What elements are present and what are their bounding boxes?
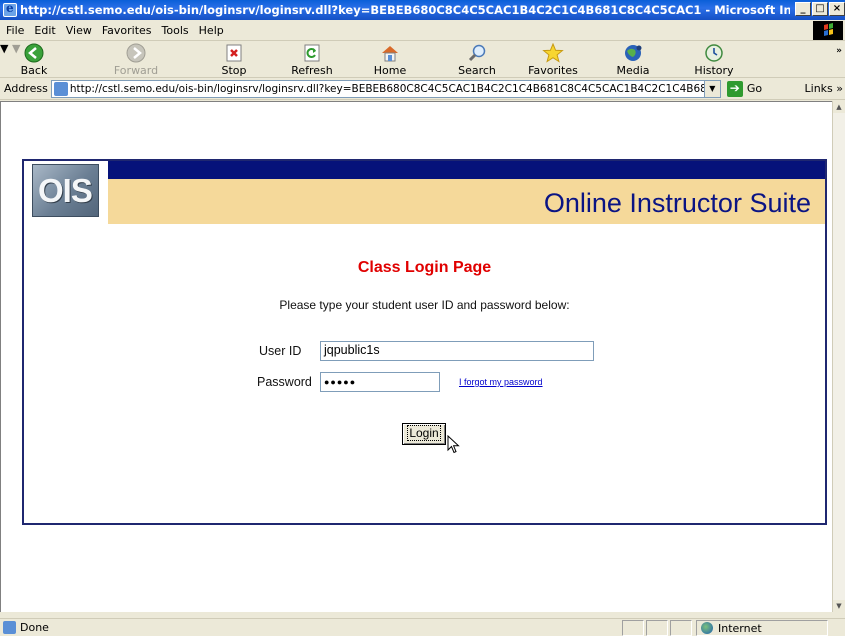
windows-logo-icon [813, 21, 843, 40]
menu-edit[interactable]: Edit [32, 24, 63, 37]
zone-label: Internet [718, 621, 762, 635]
media-icon [622, 43, 644, 63]
history-button[interactable]: History [694, 43, 734, 77]
go-button[interactable]: ➔ Go [726, 80, 763, 97]
back-arrow-icon [23, 43, 45, 63]
status-pane [646, 620, 668, 636]
stop-icon [223, 43, 245, 63]
address-url: http://cstl.semo.edu/ois-bin/loginsrv/lo… [69, 82, 721, 95]
back-button[interactable]: Back [14, 43, 54, 77]
userid-input[interactable]: jqpublic1s [320, 341, 594, 361]
refresh-button[interactable]: Refresh [290, 43, 334, 77]
stop-button[interactable]: Stop [216, 43, 252, 77]
ie-icon [3, 1, 17, 17]
refresh-icon [301, 43, 323, 63]
toolbar: Back ▼ Forward ▼ Stop Refresh Home Searc… [0, 42, 845, 78]
internet-globe-icon [701, 622, 713, 634]
status-panes [622, 620, 692, 636]
close-button[interactable]: × [829, 2, 845, 16]
mouse-cursor-icon [447, 435, 460, 454]
forward-arrow-icon [125, 43, 147, 63]
links-button[interactable]: Links » [805, 82, 843, 95]
page-icon [53, 81, 68, 96]
banner-top-stripe [108, 161, 825, 179]
password-label: Password [257, 375, 312, 389]
menu-favorites[interactable]: Favorites [100, 24, 160, 37]
home-button[interactable]: Home [372, 43, 408, 77]
home-label: Home [373, 64, 407, 77]
title-bar: http://cstl.semo.edu/ois-bin/loginsrv/lo… [0, 0, 845, 20]
favorites-button[interactable]: Favorites [525, 42, 581, 77]
menu-help[interactable]: Help [197, 24, 232, 37]
login-button-label: Login [407, 425, 441, 441]
favorites-star-icon [542, 42, 564, 63]
vertical-scrollbar[interactable]: ▲ ▼ [832, 101, 845, 612]
logo-text: OIS [38, 172, 93, 209]
toolbar-more-icon[interactable]: » [836, 46, 842, 56]
address-label: Address [4, 82, 48, 95]
userid-label: User ID [259, 344, 302, 358]
forward-label: Forward [113, 64, 159, 77]
login-button[interactable]: Login [402, 423, 446, 445]
password-input[interactable]: ●●●●● [320, 372, 440, 392]
ois-logo: OIS [32, 164, 99, 217]
menu-file[interactable]: File [4, 24, 32, 37]
history-label: History [694, 64, 734, 77]
home-icon [379, 43, 401, 63]
page-status-icon [3, 621, 16, 634]
go-arrow-icon: ➔ [726, 80, 743, 97]
history-icon [703, 43, 725, 63]
go-label: Go [746, 82, 763, 95]
media-button[interactable]: Media [615, 43, 651, 77]
status-pane [622, 620, 644, 636]
address-input[interactable]: http://cstl.semo.edu/ois-bin/loginsrv/lo… [50, 79, 721, 98]
stop-label: Stop [221, 64, 247, 77]
forgot-password-link[interactable]: I forgot my password [459, 377, 543, 387]
address-bar: Address http://cstl.semo.edu/ois-bin/log… [0, 78, 845, 100]
status-bar: Done Internet [0, 618, 845, 636]
window-controls: _ □ × [795, 2, 845, 16]
menu-view[interactable]: View [64, 24, 100, 37]
menu-tools[interactable]: Tools [160, 24, 197, 37]
search-button[interactable]: Search [455, 43, 499, 77]
brand-title: Online Instructor Suite [543, 188, 811, 218]
minimize-button[interactable]: _ [795, 2, 811, 16]
scroll-down-icon[interactable]: ▼ [833, 600, 845, 612]
forward-button[interactable]: Forward [112, 43, 160, 77]
search-label: Search [458, 64, 496, 77]
page-title: Class Login Page [357, 259, 492, 276]
favorites-label: Favorites [528, 64, 578, 77]
page-viewport: OIS Online Instructor Suite Class Login … [0, 101, 832, 612]
login-instructions: Please type your student user ID and pas… [279, 298, 570, 312]
address-dropdown-icon[interactable]: ▼ [703, 80, 720, 97]
maximize-button[interactable]: □ [812, 2, 828, 16]
search-icon [466, 43, 488, 63]
window-title: http://cstl.semo.edu/ois-bin/loginsrv/lo… [20, 3, 790, 17]
media-label: Media [616, 64, 650, 77]
security-zone: Internet [696, 620, 828, 636]
status-text: Done [20, 621, 49, 634]
back-dropdown-icon[interactable]: ▼ [0, 42, 8, 55]
menu-bar: File Edit View Favorites Tools Help [0, 20, 845, 41]
login-frame: OIS Online Instructor Suite Class Login … [22, 159, 827, 525]
scroll-up-icon[interactable]: ▲ [833, 101, 845, 113]
back-label: Back [20, 64, 48, 77]
banner: Online Instructor Suite [108, 179, 825, 224]
status-pane [670, 620, 692, 636]
refresh-label: Refresh [291, 64, 333, 77]
